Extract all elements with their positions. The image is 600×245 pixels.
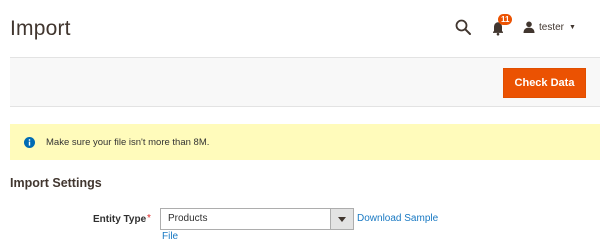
download-sample-file-link-continued[interactable]: File xyxy=(162,231,178,242)
file-size-notice: Make sure your file isn't more than 8M. xyxy=(10,124,600,160)
notifications-button[interactable]: 11 xyxy=(488,14,513,38)
notice-text: Make sure your file isn't more than 8M. xyxy=(46,136,210,148)
user-account-menu[interactable]: tester ▼ xyxy=(523,16,576,38)
check-data-button[interactable]: Check Data xyxy=(503,68,586,98)
notifications-count-badge: 11 xyxy=(498,14,513,25)
entity-type-label: Entity Type xyxy=(93,214,147,225)
caret-down-icon: ▼ xyxy=(569,23,576,31)
user-icon xyxy=(523,21,535,33)
info-icon xyxy=(24,136,35,148)
entity-type-selected-value: Products xyxy=(168,213,208,224)
entity-type-select[interactable]: Products xyxy=(160,208,354,230)
required-indicator: * xyxy=(147,213,151,224)
import-settings-title: Import Settings xyxy=(10,176,102,190)
search-button[interactable] xyxy=(452,16,474,38)
user-name: tester xyxy=(539,21,565,33)
select-arrow-icon xyxy=(330,209,353,229)
page-title: Import xyxy=(10,17,71,40)
page-actions-bar: Check Data xyxy=(10,57,600,107)
search-icon xyxy=(455,19,471,35)
download-sample-file-link[interactable]: Download Sample xyxy=(357,213,438,224)
